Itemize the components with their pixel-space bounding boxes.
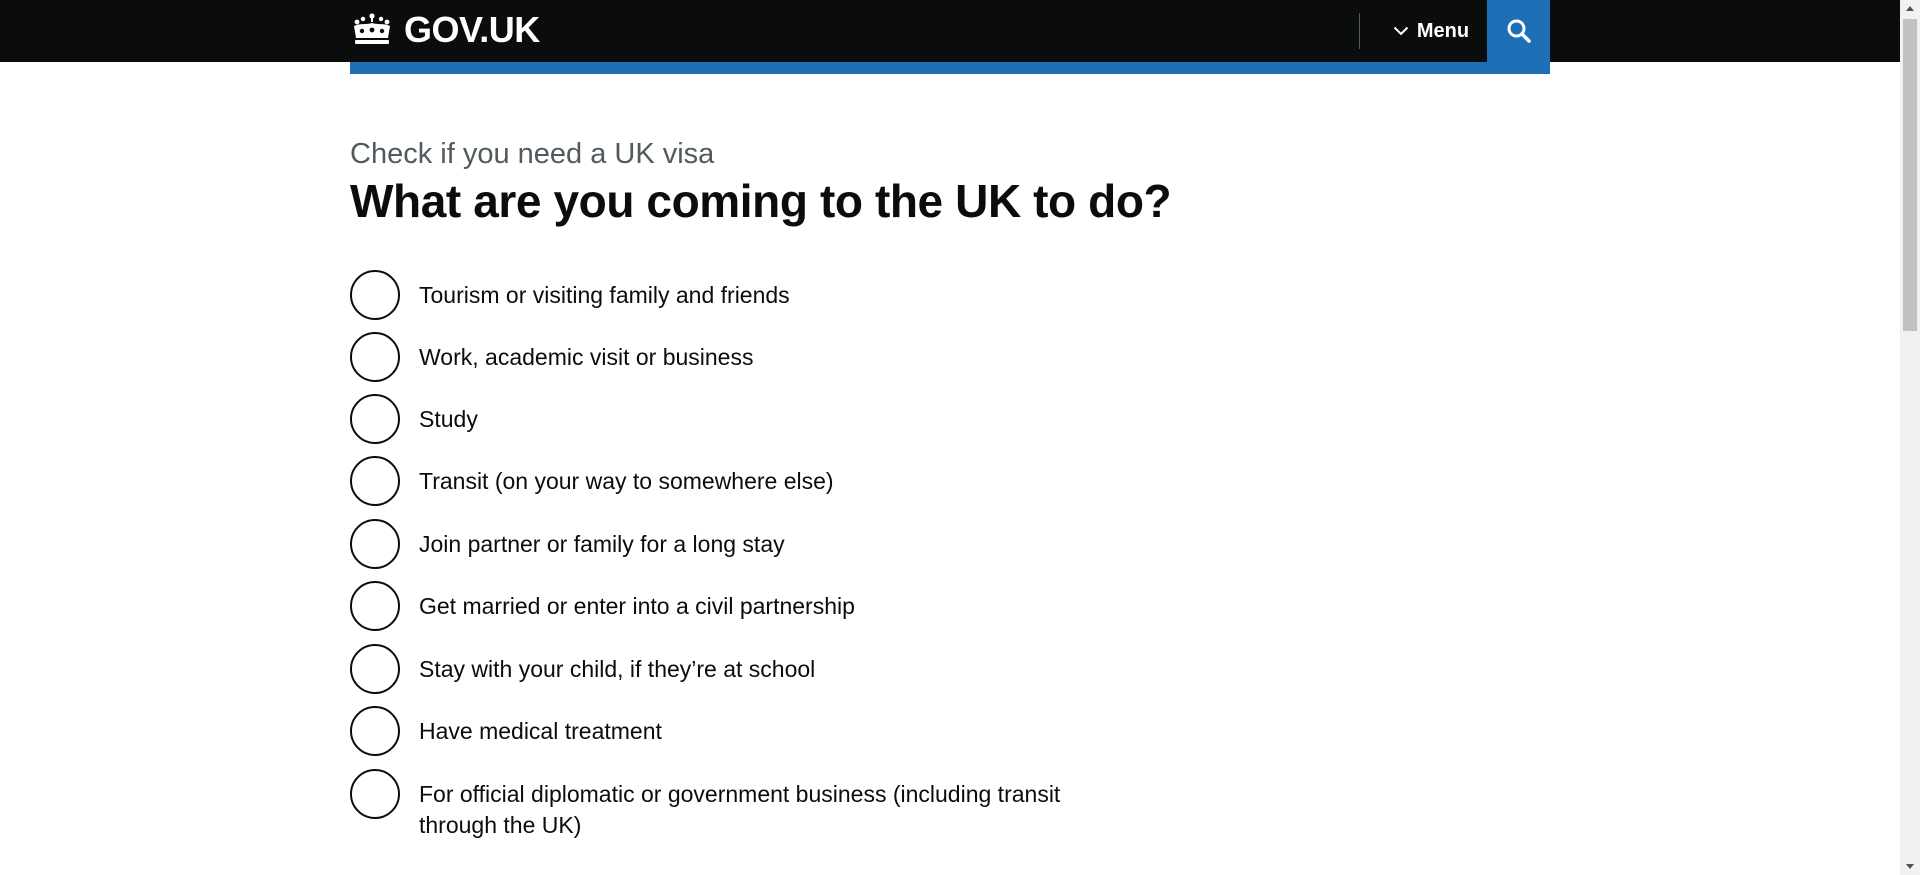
scroll-down-arrow-icon[interactable] <box>1900 858 1920 875</box>
radio-button[interactable] <box>350 456 400 506</box>
page-title: What are you coming to the UK to do? <box>350 175 1172 227</box>
scroll-up-arrow-icon[interactable] <box>1900 0 1920 17</box>
radio-label: Join partner or family for a long stay <box>419 531 785 557</box>
radio-option-transit[interactable]: Transit (on your way to somewhere else) <box>350 456 1119 506</box>
logo-text: GOV.UK <box>404 9 540 50</box>
radio-label: Tourism or visiting family and friends <box>419 282 790 308</box>
radio-label: Study <box>419 406 478 432</box>
radio-option-medical[interactable]: Have medical treatment <box>350 706 1119 756</box>
radio-label: Transit (on your way to somewhere else) <box>419 468 834 494</box>
radio-option-study[interactable]: Study <box>350 394 1119 444</box>
header-accent-bar <box>350 62 1550 74</box>
radio-button[interactable] <box>350 270 400 320</box>
search-icon <box>1507 19 1531 43</box>
radio-label: Work, academic visit or business <box>419 344 754 370</box>
menu-label: Menu <box>1416 19 1470 42</box>
radio-button[interactable] <box>350 769 400 819</box>
crown-icon <box>354 13 390 44</box>
scrollbar-thumb[interactable] <box>1903 19 1917 331</box>
radio-label: Stay with your child, if they’re at scho… <box>419 656 816 682</box>
page-scrollbar[interactable] <box>1900 0 1920 875</box>
header-divider <box>1359 13 1360 49</box>
radio-button[interactable] <box>350 644 400 694</box>
radio-label: Get married or enter into a civil partne… <box>419 593 855 619</box>
radio-button[interactable] <box>350 519 400 569</box>
radio-option-family[interactable]: Join partner or family for a long stay <box>350 519 1119 569</box>
radio-option-child-school[interactable]: Stay with your child, if they’re at scho… <box>350 644 1119 694</box>
radio-option-work[interactable]: Work, academic visit or business <box>350 332 1119 382</box>
chevron-down-icon <box>1393 26 1409 36</box>
radio-option-marriage[interactable]: Get married or enter into a civil partne… <box>350 581 1119 631</box>
radio-button[interactable] <box>350 332 400 382</box>
radio-button[interactable] <box>350 394 400 444</box>
radio-option-diplomatic[interactable]: For official diplomatic or government bu… <box>350 769 1119 841</box>
radio-label: For official diplomatic or government bu… <box>419 781 1061 838</box>
page-caption: Check if you need a UK visa <box>350 138 715 170</box>
search-button[interactable] <box>1487 0 1550 62</box>
menu-button[interactable]: Menu <box>1375 0 1487 62</box>
govuk-logo-link[interactable]: GOV.UK <box>350 9 540 50</box>
radio-button[interactable] <box>350 706 400 756</box>
site-header: GOV.UK Menu <box>0 0 1900 62</box>
radio-option-tourism[interactable]: Tourism or visiting family and friends <box>350 270 1119 320</box>
radio-label: Have medical treatment <box>419 718 662 744</box>
radio-button[interactable] <box>350 581 400 631</box>
